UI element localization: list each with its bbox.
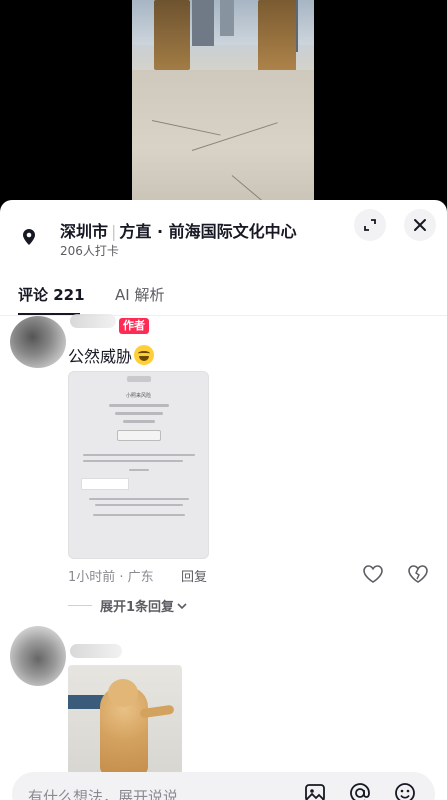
author-badge: 作者 xyxy=(119,318,149,334)
close-button[interactable] xyxy=(404,209,436,241)
heart-icon[interactable] xyxy=(362,564,384,584)
comment-time-location: 1小时前 · 广东 xyxy=(68,570,154,585)
screenshot-line xyxy=(83,460,183,462)
grimacing-face-icon xyxy=(134,345,155,365)
tab-ai-analysis[interactable]: AI 解析 xyxy=(115,284,164,305)
video-preview[interactable] xyxy=(132,0,314,200)
comment-meta: 1小时前 · 广东 回复 xyxy=(68,566,207,585)
comment-gif[interactable] xyxy=(68,665,182,775)
comment-input-placeholder: 有什么想法，展开说说 xyxy=(28,788,179,800)
screenshot-avatar xyxy=(127,376,151,382)
comment-body: 公然威胁 xyxy=(68,347,133,366)
video-excavator xyxy=(154,0,190,70)
broken-heart-icon[interactable] xyxy=(407,564,429,584)
checkin-count: 206人打卡 xyxy=(60,244,119,258)
comment-sheet: 深圳市 | 方直 · 前海国际文化中心 206人打卡 评论 221 AI 解析 作者… xyxy=(0,200,447,800)
tab-comments[interactable]: 评论 221 xyxy=(18,284,85,305)
screenshot-line xyxy=(95,504,183,506)
screenshot-title: 小照来风险 xyxy=(125,393,151,399)
screenshot-line xyxy=(89,498,189,500)
video-building xyxy=(220,0,234,36)
username-blurred[interactable] xyxy=(70,644,122,658)
emoji-icon[interactable] xyxy=(394,782,416,800)
location-city: 深圳市 xyxy=(60,222,109,241)
close-icon xyxy=(414,219,426,231)
screenshot-line xyxy=(93,514,185,516)
screenshot-button xyxy=(117,430,161,441)
location-place: 方直 · 前海国际文化中心 xyxy=(119,222,297,241)
expand-icon xyxy=(364,219,376,231)
location-separator: | xyxy=(111,222,117,241)
comment-text: 公然威胁 xyxy=(68,343,155,367)
at-icon[interactable] xyxy=(349,782,371,800)
chevron-down-icon xyxy=(177,602,187,609)
screenshot-line xyxy=(123,420,155,423)
comment-image[interactable]: 小照来风险 xyxy=(68,371,209,559)
video-building xyxy=(192,0,214,46)
video-ground xyxy=(132,70,314,200)
expand-replies-label: 展开1条回复 xyxy=(100,600,175,615)
reply-button[interactable]: 回复 xyxy=(181,566,207,585)
avatar[interactable] xyxy=(10,626,66,686)
screenshot-line xyxy=(129,469,149,471)
gif-dog-head xyxy=(108,679,138,707)
video-excavator xyxy=(258,0,296,78)
avatar[interactable] xyxy=(10,316,66,368)
screenshot-line xyxy=(115,412,163,415)
location-title: 深圳市 | 方直 · 前海国际文化中心 xyxy=(60,218,297,242)
comment-tabs: 评论 221 AI 解析 xyxy=(0,280,447,316)
image-icon[interactable] xyxy=(304,782,326,800)
screenshot-line xyxy=(109,404,169,407)
tab-active-indicator xyxy=(18,313,80,315)
location-pin-icon xyxy=(23,229,35,245)
gif-background-object xyxy=(68,695,104,709)
divider xyxy=(68,605,92,606)
username-blurred[interactable] xyxy=(70,314,116,328)
screenshot-card xyxy=(81,478,129,490)
expand-button[interactable] xyxy=(354,209,386,241)
expand-replies[interactable]: 展开1条回复 xyxy=(68,596,187,615)
screenshot-line xyxy=(83,454,195,456)
